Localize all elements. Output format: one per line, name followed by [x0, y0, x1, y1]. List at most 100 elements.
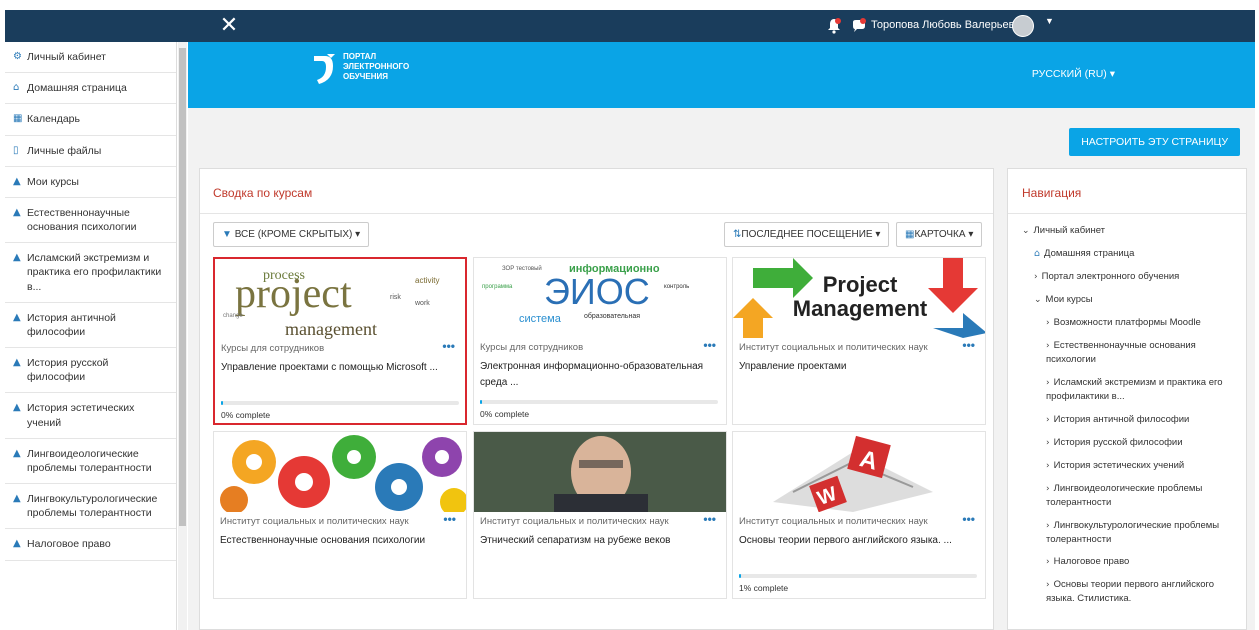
progress-label: 1% complete	[739, 583, 789, 593]
graduation-cap-icon: ▲	[13, 447, 21, 459]
nav-item-label: Домашняя страница	[1044, 248, 1135, 260]
nav-item-label: Лингвоидеологические проблемы толерантно…	[1046, 482, 1203, 508]
sidebar-item[interactable]: ▯ Личные файлы	[5, 136, 176, 167]
logo-line: ЭЛЕКТРОННОГО	[343, 62, 410, 71]
nav-item[interactable]: › Основы теории первого английского языка…	[1022, 578, 1237, 606]
progress-label: 0% complete	[480, 409, 530, 419]
course-card[interactable]: Институт социальных и политических наук …	[213, 431, 467, 599]
course-image[interactable]: A W	[733, 432, 985, 512]
chevron-right-icon: ›	[1046, 437, 1050, 448]
sidebar-item[interactable]: ▲ Мои курсы	[5, 167, 176, 198]
course-image[interactable]	[474, 432, 726, 512]
sidebar-course-item[interactable]: ▲ Лингвокультурологические проблемы толер…	[5, 484, 176, 530]
nav-item[interactable]: › Возможности платформы Moodle	[1022, 316, 1237, 330]
course-card[interactable]: Project Management Институт социальных и…	[732, 257, 986, 425]
sidebar-course-item[interactable]: ▲ Лингвоидеологические проблемы толерантн…	[5, 439, 176, 485]
chevron-right-icon: ›	[1046, 483, 1050, 494]
more-options-icon[interactable]: •••	[442, 339, 455, 353]
user-name[interactable]: Торопова Любовь Валерьевна	[871, 19, 1027, 31]
sidebar-item[interactable]: ⌂ Домашняя страница	[5, 73, 176, 105]
sidebar-course-item[interactable]: ▲ Исламский экстремизм и практика его про…	[5, 243, 176, 303]
nav-item-label: Налоговое право	[1053, 556, 1130, 568]
nav-item[interactable]: › Исламский экстремизм и практика его про…	[1022, 376, 1237, 404]
configure-page-button[interactable]: НАСТРОИТЬ ЭТУ СТРАНИЦУ	[1069, 128, 1240, 156]
more-options-icon[interactable]: •••	[703, 338, 716, 352]
course-image[interactable]: ЭИОС информационно система образовательн…	[474, 258, 726, 338]
svg-text:программа: программа	[482, 284, 513, 290]
avatar[interactable]	[1012, 15, 1034, 37]
course-category: Институт социальных и политических наук	[739, 342, 928, 353]
sidebar-scrollbar[interactable]	[178, 42, 187, 630]
nav-item[interactable]: › История русской философии	[1022, 436, 1237, 450]
nav-item[interactable]: › История эстетических учений	[1022, 459, 1237, 473]
sidebar-item-label: Личный кабинет	[27, 51, 106, 63]
nav-item[interactable]: › Налоговое право	[1022, 555, 1237, 569]
graduation-cap-icon: ▲	[13, 493, 21, 505]
course-image[interactable]	[214, 432, 466, 512]
course-image[interactable]: Project Management	[733, 258, 985, 338]
course-category: Институт социальных и политических наук	[220, 516, 409, 527]
nav-item[interactable]: › Естественнонаучные основания психологии	[1022, 339, 1237, 367]
nav-item[interactable]: › Лингвокультурологические проблемы толер…	[1022, 519, 1237, 547]
nav-item-label: Естественнонаучные основания психологии	[1046, 339, 1196, 365]
more-options-icon[interactable]: •••	[443, 512, 456, 526]
nav-item[interactable]: › Портал электронного обучения	[1022, 270, 1237, 284]
nav-item[interactable]: ⌄ Мои курсы	[1022, 293, 1237, 307]
dashboard-icon: ⚙	[13, 51, 22, 62]
course-category: Курсы для сотрудников	[480, 342, 584, 353]
sidebar-item[interactable]: ▦ Календарь	[5, 104, 176, 136]
course-name[interactable]: Этнический сепаратизм на рубеже веков	[480, 533, 718, 549]
view-dropdown[interactable]: ▦КАРТОЧКА ▾	[896, 222, 983, 247]
nav-item[interactable]: › Лингвоидеологические проблемы толерантн…	[1022, 482, 1237, 510]
sidebar-course-item[interactable]: ▲ Естественнонаучные основания психологии	[5, 198, 176, 244]
portal-logo[interactable]: ПОРТАЛ ЭЛЕКТРОННОГО ОБУЧЕНИЯ	[313, 52, 409, 86]
calendar-icon: ▦	[13, 113, 23, 125]
scrollbar-thumb[interactable]	[179, 48, 186, 526]
filter-dropdown[interactable]: ▼ ВСЕ (КРОМЕ СКРЫТЫХ) ▾	[213, 222, 370, 247]
chevron-down-icon: ⌄	[1022, 226, 1030, 236]
chevron-right-icon: ›	[1046, 414, 1050, 425]
course-name[interactable]: Электронная информационно-образовательна…	[480, 359, 718, 391]
course-category: Курсы для сотрудников	[221, 343, 325, 354]
course-name[interactable]: Управление проектами	[739, 359, 977, 375]
course-name[interactable]: Основы теории первого английского языка.…	[739, 533, 977, 549]
sidebar-course-item[interactable]: ▲ История античной философии	[5, 303, 176, 349]
nav-item[interactable]: › История античной философии	[1022, 413, 1237, 427]
graduation-cap-icon: ▲	[13, 402, 21, 414]
sidebar-course-item[interactable]: ▲ История русской философии	[5, 348, 176, 394]
sidebar-course-item[interactable]: ▲ История эстетических учений	[5, 393, 176, 439]
sidebar-course-label: Лингвокультурологические проблемы толера…	[27, 493, 158, 520]
logo-mark-icon	[313, 52, 335, 86]
more-options-icon[interactable]: •••	[962, 338, 975, 352]
user-menu-caret-icon[interactable]: ▼	[1045, 16, 1054, 26]
logo-text: ПОРТАЛ ЭЛЕКТРОННОГО ОБУЧЕНИЯ	[343, 52, 409, 82]
nav-item[interactable]: ⌄ Личный кабинет	[1022, 224, 1237, 238]
sidebar-item[interactable]: ⚙ Личный кабинет	[5, 42, 176, 74]
svg-text:activity: activity	[415, 276, 439, 285]
chevron-right-icon: ›	[1046, 557, 1050, 568]
graduation-cap-icon: ▲	[13, 357, 21, 369]
course-card[interactable]: ЭИОС информационно система образовательн…	[473, 257, 727, 425]
course-name[interactable]: Управление проектами с помощью Microsoft…	[221, 360, 459, 376]
svg-text:ЭИОС: ЭИОС	[544, 271, 650, 312]
course-image[interactable]: project process management activity risk…	[215, 259, 465, 339]
course-card[interactable]: project process management activity risk…	[213, 257, 467, 425]
svg-text:образовательная: образовательная	[584, 312, 640, 320]
close-icon[interactable]: ✕	[217, 14, 241, 38]
course-card[interactable]: Институт социальных и политических наук …	[473, 431, 727, 599]
course-name[interactable]: Естественнонаучные основания психологии	[220, 533, 458, 549]
sidebar-course-item[interactable]: ▲ Налоговое право	[5, 529, 176, 561]
svg-text:risk: risk	[390, 294, 401, 301]
navigation-tree: ⌄ Личный кабинет ⌂ Домашняя страница › Портал…	[1022, 224, 1237, 615]
course-card[interactable]: A W Институт социальных и политических н…	[732, 431, 986, 599]
more-options-icon[interactable]: •••	[703, 512, 716, 526]
svg-text:process: process	[263, 268, 305, 283]
notification-bell-icon[interactable]	[827, 18, 841, 34]
svg-text:change: change	[223, 313, 243, 319]
more-options-icon[interactable]: •••	[962, 512, 975, 526]
site-header: ПОРТАЛ ЭЛЕКТРОННОГО ОБУЧЕНИЯ РУССКИЙ (RU…	[188, 42, 1255, 108]
language-selector[interactable]: РУССКИЙ (RU) ▾	[1032, 68, 1115, 80]
messages-icon[interactable]	[851, 18, 866, 34]
nav-item[interactable]: ⌂ Домашняя страница	[1022, 247, 1237, 261]
sort-dropdown[interactable]: ⇅ПОСЛЕДНЕЕ ПОСЕЩЕНИЕ ▾	[724, 222, 890, 247]
